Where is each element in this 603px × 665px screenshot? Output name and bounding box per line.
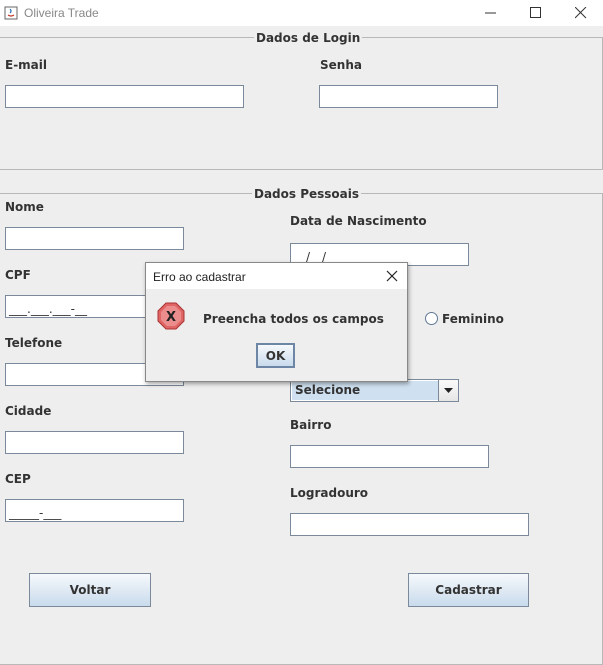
close-button[interactable]: [558, 0, 603, 26]
dialog-close-icon[interactable]: [385, 269, 399, 283]
ok-button[interactable]: OK: [256, 343, 295, 368]
password-field[interactable]: [319, 85, 498, 108]
login-section-title: Dados de Login: [254, 31, 363, 45]
bairro-label: Bairro: [290, 418, 332, 432]
error-icon: X: [157, 302, 185, 330]
minimize-button[interactable]: [468, 0, 514, 26]
nome-field[interactable]: [5, 227, 184, 250]
personal-section-title: Dados Pessoais: [252, 187, 362, 201]
close-icon: [575, 7, 587, 19]
cadastrar-button[interactable]: Cadastrar: [408, 573, 529, 607]
feminino-radio[interactable]: [425, 312, 438, 325]
email-field[interactable]: [5, 85, 244, 108]
maximize-button[interactable]: [513, 0, 559, 26]
error-dialog: Erro ao cadastrar X Preencha todos os ca…: [145, 262, 408, 382]
logradouro-label: Logradouro: [290, 486, 369, 500]
cidade-field[interactable]: [5, 431, 184, 454]
voltar-button[interactable]: Voltar: [29, 573, 151, 607]
nascimento-label: Data de Nascimento: [290, 214, 427, 228]
password-label: Senha: [320, 58, 362, 72]
estado-selected-value: Selecione: [292, 381, 441, 400]
minimize-icon: [485, 12, 496, 14]
cep-label: CEP: [5, 472, 31, 486]
maximize-icon: [530, 7, 541, 18]
telefone-label: Telefone: [5, 336, 63, 350]
nome-label: Nome: [5, 200, 44, 214]
dialog-message: Preencha todos os campos: [203, 312, 384, 326]
cpf-label: CPF: [5, 268, 31, 282]
window-title: Oliveira Trade: [24, 6, 99, 20]
title-bar: Oliveira Trade: [0, 0, 603, 26]
svg-text:X: X: [166, 310, 176, 325]
dialog-title-bar: Erro ao cadastrar: [146, 263, 407, 289]
logradouro-field[interactable]: [290, 513, 529, 536]
dialog-title: Erro ao cadastrar: [153, 270, 246, 284]
cep-field[interactable]: _____-___: [5, 499, 184, 522]
email-label: E-mail: [5, 58, 48, 72]
bairro-field[interactable]: [290, 445, 489, 468]
estado-select[interactable]: Selecione: [290, 379, 459, 402]
java-app-icon: [4, 6, 18, 20]
chevron-down-icon[interactable]: [438, 380, 458, 401]
cidade-label: Cidade: [5, 404, 52, 418]
feminino-label: Feminino: [442, 312, 504, 326]
